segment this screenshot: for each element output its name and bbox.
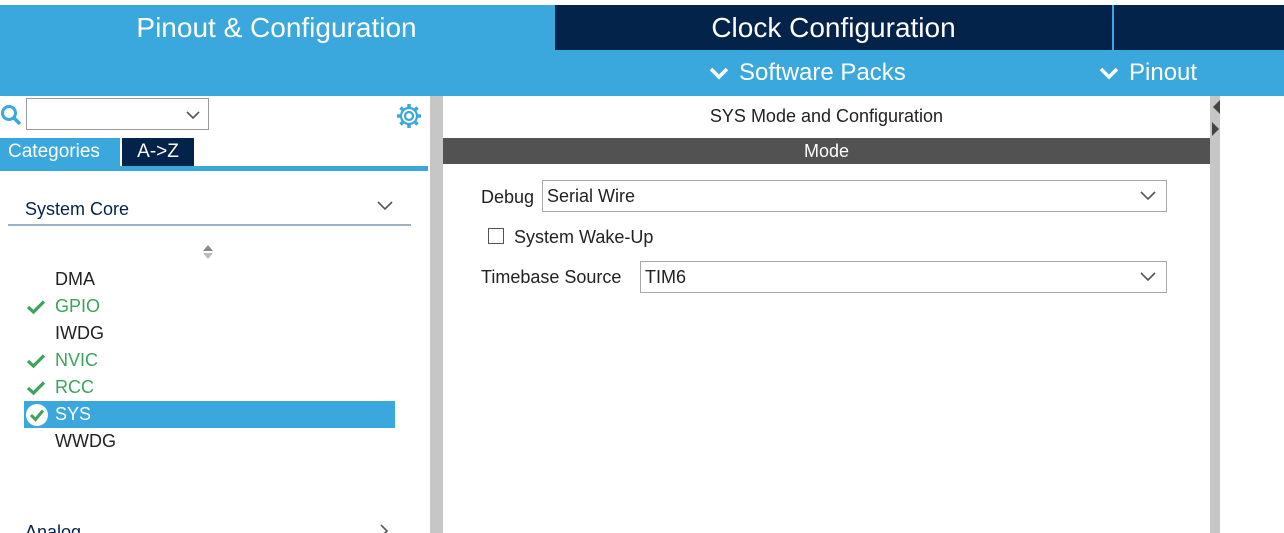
peripheral-label: SYS <box>55 404 92 424</box>
chevron-right-icon[interactable] <box>378 524 390 533</box>
peripheral-label: DMA <box>55 269 95 289</box>
tab-pinout-configuration[interactable]: Pinout & Configuration <box>0 5 553 50</box>
sub-toolbar: Software Packs Pinout <box>0 50 1284 96</box>
timebase-source-value: TIM6 <box>645 266 687 287</box>
peripheral-item-iwdg[interactable]: IWDG <box>24 320 395 347</box>
peripheral-label: NVIC <box>55 350 99 370</box>
tab-categories[interactable]: Categories <box>0 138 120 166</box>
right-panel-splitter[interactable] <box>1210 96 1220 533</box>
check-icon <box>26 354 46 369</box>
group-header-analog[interactable]: Analog <box>25 522 81 533</box>
peripheral-label: RCC <box>55 377 94 397</box>
software-packs-menu[interactable]: Software Packs <box>708 50 906 96</box>
check-icon <box>26 381 46 396</box>
check-icon <box>26 300 46 315</box>
pinout-menu[interactable]: Pinout <box>1098 50 1197 96</box>
timebase-source-select[interactable]: TIM6 <box>640 261 1167 293</box>
panel-title: SYS Mode and Configuration <box>709 106 944 126</box>
chevron-down-icon <box>1140 191 1156 201</box>
chevron-down-icon[interactable] <box>186 110 200 120</box>
gear-icon[interactable] <box>396 103 422 129</box>
chevron-down-icon <box>1099 67 1119 80</box>
system-wakeup-label: System Wake-Up <box>514 227 654 247</box>
peripheral-item-sys[interactable]: SYS <box>24 401 395 428</box>
timebase-source-label: Timebase Source <box>481 267 622 287</box>
peripheral-label: WWDG <box>55 431 116 451</box>
search-input[interactable] <box>26 98 209 130</box>
search-icon <box>1 105 22 126</box>
categories-panel: Categories A->Z System Core DMA GPIO IWDG N… <box>0 96 430 533</box>
peripheral-list: DMA GPIO IWDG NVIC RCC SYS WWDG <box>24 266 395 455</box>
chevron-down-icon <box>1140 272 1156 282</box>
tab-a-to-z[interactable]: A->Z <box>122 138 194 166</box>
tab-more[interactable] <box>1114 5 1284 50</box>
debug-value: Serial Wire <box>547 185 636 206</box>
sys-configuration-panel: SYS Mode and Configuration Mode Debug Se… <box>443 96 1210 533</box>
chevron-down-icon <box>377 201 393 211</box>
peripheral-item-gpio[interactable]: GPIO <box>24 293 395 320</box>
peripheral-label: IWDG <box>55 323 104 343</box>
peripheral-item-wwdg[interactable]: WWDG <box>24 428 395 455</box>
tab-clock-configuration[interactable]: Clock Configuration <box>555 5 1112 50</box>
tabs-underline <box>0 166 428 171</box>
peripheral-item-rcc[interactable]: RCC <box>24 374 395 401</box>
chevron-down-icon <box>709 67 729 80</box>
mode-section-header[interactable]: Mode <box>443 138 1210 164</box>
sort-icon[interactable] <box>202 244 214 260</box>
pinout-label: Pinout <box>1129 59 1198 86</box>
top-tab-bar: Pinout & Configuration Clock Configurati… <box>0 0 1284 50</box>
peripheral-item-nvic[interactable]: NVIC <box>24 347 395 374</box>
peripheral-item-dma[interactable]: DMA <box>24 266 395 293</box>
debug-select[interactable]: Serial Wire <box>542 180 1167 212</box>
group-label: System Core <box>25 198 130 219</box>
right-area <box>1220 96 1284 533</box>
group-header-system-core[interactable]: System Core <box>8 194 411 226</box>
peripheral-label: GPIO <box>55 296 101 316</box>
software-packs-label: Software Packs <box>739 59 906 86</box>
check-circle-icon <box>26 404 48 426</box>
system-wakeup-checkbox[interactable] <box>488 228 504 244</box>
debug-label: Debug <box>481 187 535 207</box>
panel-splitter[interactable] <box>430 96 443 533</box>
